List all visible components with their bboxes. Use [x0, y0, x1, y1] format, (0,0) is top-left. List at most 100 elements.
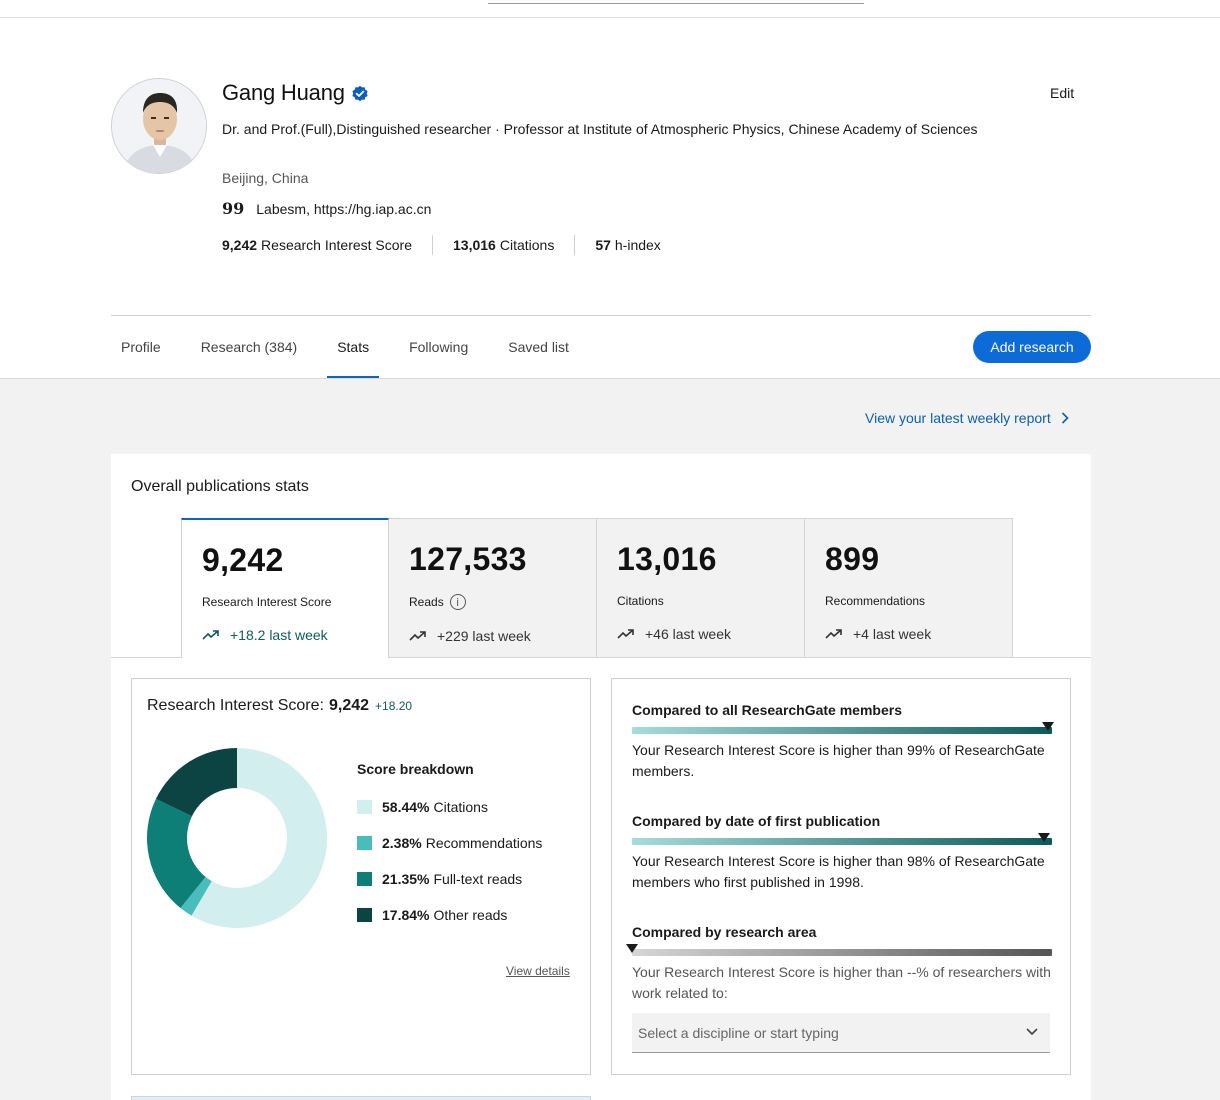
stat-tabs: 9,242 Research Interest Score +18.2 last… — [181, 518, 1013, 658]
metric-divider — [432, 235, 434, 255]
tab-stats[interactable]: Stats — [327, 316, 380, 378]
breakdown-title: Score breakdown — [357, 761, 474, 777]
stat-label: Reads i — [409, 594, 596, 610]
stat-label-text: Recommendations — [825, 594, 926, 608]
discipline-select[interactable]: Select a discipline or start typing — [632, 1013, 1050, 1053]
legend-label: Citations — [433, 799, 488, 815]
next-panel-edge — [131, 1096, 591, 1100]
tab-research[interactable]: Research (384) — [191, 316, 308, 378]
comparison-title: Compared by research area — [632, 924, 817, 940]
stat-tab-citations[interactable]: 13,016 Citations +46 last week — [597, 518, 805, 658]
metric-label: h-index — [614, 237, 661, 253]
trending-up-icon — [202, 630, 219, 640]
discipline-select-placeholder: Select a discipline or start typing — [638, 1024, 839, 1041]
trending-up-icon — [617, 629, 634, 639]
profile-headline: Dr. and Prof.(Full),Distinguished resear… — [222, 121, 978, 137]
trending-up-icon — [825, 629, 842, 639]
avatar[interactable] — [111, 78, 207, 174]
score-breakdown-donut-chart — [146, 748, 327, 928]
overall-stats-title: Overall publications stats — [131, 478, 309, 495]
percentile-marker — [1037, 833, 1050, 842]
weekly-report-label: View your latest weekly report — [865, 410, 1051, 426]
add-research-button[interactable]: Add research — [973, 331, 1091, 363]
metric-h-index[interactable]: 57 h-index — [595, 237, 661, 253]
top-search-field[interactable] — [488, 0, 864, 4]
profile-location: Beijing, China — [222, 170, 309, 186]
stats-content: View your latest weekly report Overall p… — [0, 379, 1220, 1100]
legend-swatch — [357, 836, 372, 850]
comparison-text: Your Research Interest Score is higher t… — [632, 964, 1051, 1001]
avatar-image — [112, 79, 206, 173]
legend-pct: 2.38% — [382, 835, 422, 851]
score-breakdown-legend: Score breakdown 58.44% Citations 2.38% R… — [357, 761, 542, 933]
stat-delta-text: +4 last week — [853, 626, 932, 642]
weekly-report-link[interactable]: View your latest weekly report — [865, 410, 1069, 426]
comparison-research-area: Compared by research area Your Research … — [626, 924, 1052, 1004]
metric-research-interest[interactable]: 9,242 Research Interest Score — [222, 237, 412, 253]
stat-delta: +4 last week — [825, 626, 1012, 642]
stat-label: Citations — [617, 594, 804, 608]
stat-value: 13,016 — [617, 541, 717, 577]
metric-divider — [574, 235, 576, 255]
metric-citations[interactable]: 13,016 Citations — [453, 237, 554, 253]
profile-labs: 99 Labesm, https://hg.iap.ac.cn — [222, 199, 431, 218]
legend-item-full-text-reads: 21.35% Full-text reads — [357, 861, 542, 897]
stat-value: 127,533 — [409, 541, 527, 577]
metric-label: Research Interest Score — [261, 237, 413, 253]
labs-text[interactable]: Labesm, https://hg.iap.ac.cn — [256, 201, 431, 217]
stat-value: 899 — [825, 541, 880, 577]
legend-label: Full-text reads — [433, 871, 523, 887]
profile-tabs: Profile Research (384) Stats Following S… — [111, 316, 599, 378]
percentile-bar — [632, 722, 1054, 734]
info-icon[interactable]: i — [449, 594, 466, 610]
tab-saved-list[interactable]: Saved list — [498, 316, 579, 378]
metric-label: Citations — [499, 237, 555, 253]
edit-profile-link[interactable]: Edit — [1050, 85, 1074, 101]
quote-icon: 99 — [222, 199, 245, 218]
tab-profile[interactable]: Profile — [111, 316, 171, 378]
stat-tab-recommendations[interactable]: 899 Recommendations +4 last week — [805, 518, 1013, 658]
top-bar — [0, 0, 1220, 18]
stat-label: Research Interest Score — [202, 595, 388, 609]
comparison-all-members: Compared to all ResearchGate members You… — [632, 702, 1054, 782]
verified-badge-icon — [352, 85, 368, 102]
legend-pct: 17.84% — [382, 907, 430, 923]
chevron-down-icon — [1026, 1028, 1038, 1036]
stat-delta-text: +18.2 last week — [230, 627, 328, 643]
legend-swatch — [357, 800, 372, 814]
comparison-panel: Compared to all ResearchGate members You… — [611, 678, 1071, 1075]
legend-item-other-reads: 17.84% Other reads — [357, 897, 542, 933]
comparison-text: Your Research Interest Score is higher t… — [632, 742, 1045, 779]
legend-label: Other reads — [433, 907, 508, 923]
ris-title-delta: +18.20 — [375, 699, 413, 713]
legend-pct: 58.44% — [382, 799, 430, 815]
stat-tab-research-interest[interactable]: 9,242 Research Interest Score +18.2 last… — [181, 518, 389, 658]
stat-delta-text: +229 last week — [437, 628, 531, 644]
comparison-text: Your Research Interest Score is higher t… — [632, 853, 1045, 890]
legend-label: Recommendations — [425, 835, 543, 851]
metric-value: 57 — [595, 237, 611, 253]
ris-title: Research Interest Score: 9,242 +18.20 — [147, 697, 412, 715]
stat-delta: +46 last week — [617, 626, 804, 642]
profile-header: Gang Huang Edit Dr. and Prof.(Full),Dist… — [0, 18, 1220, 379]
comparison-title: Compared to all ResearchGate members — [632, 702, 902, 718]
percentile-marker — [1041, 722, 1054, 731]
stat-label-text: Research Interest Score — [202, 595, 332, 609]
comparison-title: Compared by date of first publication — [632, 813, 881, 829]
tab-following[interactable]: Following — [399, 316, 478, 378]
stat-delta: +18.2 last week — [202, 627, 388, 643]
legend-item-citations: 58.44% Citations — [357, 789, 542, 825]
profile-name[interactable]: Gang Huang — [222, 80, 345, 106]
comparison-first-publication: Compared by date of first publication Yo… — [632, 813, 1052, 893]
view-details-link[interactable]: View details — [506, 964, 570, 978]
stat-delta-text: +46 last week — [645, 626, 731, 642]
legend-pct: 21.35% — [382, 871, 430, 887]
name-row: Gang Huang — [222, 80, 369, 106]
stat-delta: +229 last week — [409, 628, 596, 644]
percentile-bar — [632, 833, 1052, 845]
metric-value: 13,016 — [453, 237, 496, 253]
overall-stats-card: Overall publications stats 9,242 Researc… — [111, 454, 1091, 1100]
stat-label: Recommendations — [825, 594, 1012, 608]
stat-tab-reads[interactable]: 127,533 Reads i +229 last week — [389, 518, 597, 658]
stat-value: 9,242 — [202, 542, 284, 578]
